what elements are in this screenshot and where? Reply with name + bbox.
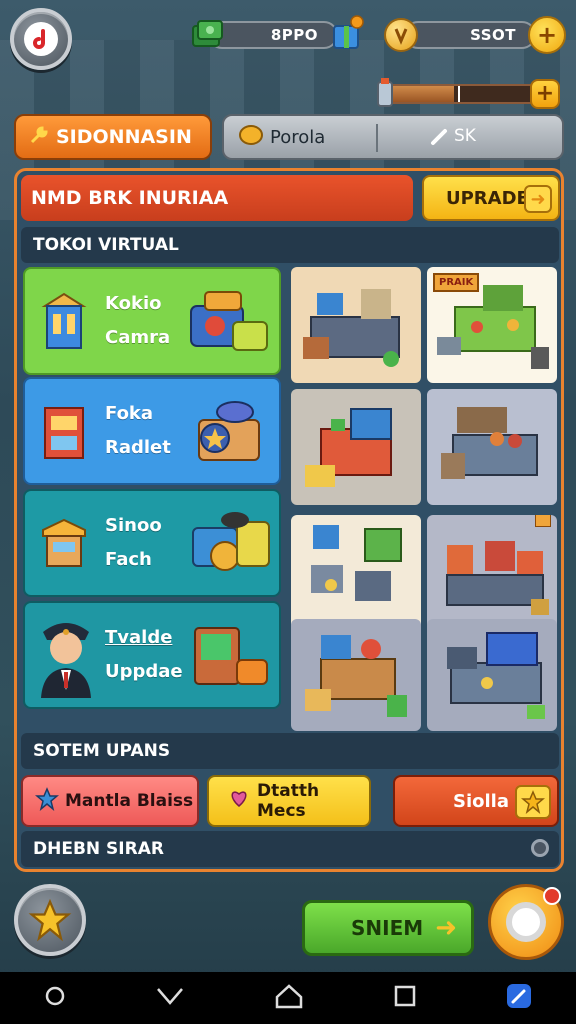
- footer-bar: DHEBN SIRAR: [21, 831, 559, 867]
- action-orb-button[interactable]: [488, 884, 564, 960]
- category-0-label: Kokio Camra: [105, 293, 171, 348]
- gold-value: SSOT: [470, 26, 516, 44]
- dtatth-button[interactable]: Dtatth Mecs: [207, 775, 371, 827]
- info-badge-icon: [535, 515, 551, 527]
- camera-bag-icon: [190, 291, 268, 351]
- category-3-label: Tvalde Uppdae: [105, 627, 183, 682]
- circle-nav-icon[interactable]: [44, 985, 66, 1011]
- edit-app-icon[interactable]: [506, 983, 532, 1013]
- section-top: TOKOI VIRTUAL: [21, 227, 559, 263]
- tab-second-label: Porola: [270, 126, 326, 148]
- home-nav-icon[interactable]: [274, 983, 304, 1013]
- siolla-label: Siolla: [453, 790, 509, 812]
- arrow-right-icon: ➜: [524, 185, 552, 213]
- store-tile[interactable]: [427, 515, 557, 631]
- wrench-icon: [28, 124, 50, 151]
- go-button[interactable]: SNIEM ➜: [302, 900, 474, 956]
- category-1-label: Foka Radlet: [105, 403, 171, 458]
- store-panel: NMD BRK INURIAA UPRADE ➜ TOKOI VIRTUAL K…: [14, 168, 564, 872]
- mantla-label: Mantla Blaiss: [65, 791, 194, 811]
- sale-badge: PRAIK: [433, 273, 480, 292]
- gold-counter[interactable]: SSOT +: [384, 16, 566, 54]
- target-icon: [506, 902, 546, 942]
- category-3[interactable]: Tvalde Uppdae: [23, 601, 281, 709]
- gear-machine-icon: [192, 512, 270, 571]
- profile-button[interactable]: [10, 8, 72, 70]
- energy-progress: +: [372, 78, 562, 109]
- info-icon[interactable]: [531, 839, 549, 857]
- star-icon: [34, 786, 60, 816]
- store-tile[interactable]: [291, 389, 421, 505]
- category-1[interactable]: Foka Radlet: [23, 377, 281, 485]
- tab-second-tail: SK: [454, 126, 476, 146]
- manager-avatar: [41, 623, 91, 698]
- siolla-button[interactable]: Siolla: [393, 775, 559, 827]
- store-tile[interactable]: [291, 619, 421, 731]
- stall-icon: [42, 518, 86, 567]
- gold-coin-icon: [384, 18, 418, 52]
- arrow-right-icon: ➜: [435, 913, 457, 943]
- store-tile[interactable]: [427, 389, 557, 505]
- section-bottom: SOTEM UPANS: [21, 733, 559, 769]
- kiosk-icon: [41, 292, 87, 349]
- cash-stack-icon: [190, 16, 226, 52]
- pencil-icon: [430, 126, 450, 151]
- upgrade-button[interactable]: UPRADE ➜: [422, 175, 560, 221]
- recent-nav-icon[interactable]: [393, 984, 417, 1012]
- favorites-button[interactable]: [14, 884, 86, 956]
- star-crate-icon: [198, 401, 260, 461]
- panel-title: NMD BRK INURIAA: [21, 175, 413, 221]
- gold-add-button[interactable]: +: [528, 16, 566, 54]
- store-tile[interactable]: PRAIK: [427, 267, 557, 383]
- coin-icon: [238, 124, 264, 151]
- star-icon: [28, 898, 72, 942]
- system-nav-bar: [0, 972, 576, 1024]
- tab-active-label: SIDONNASIN: [56, 126, 192, 148]
- go-label: SNIEM: [351, 916, 424, 940]
- shop-front-icon: [44, 407, 84, 459]
- drink-icon: [372, 76, 398, 110]
- upgrade-label: UPRADE: [446, 187, 529, 209]
- heart-balloon-icon: [227, 786, 251, 817]
- plus-icon: +: [535, 81, 555, 106]
- gift-box-icon: [330, 14, 364, 52]
- music-app-icon: [24, 22, 58, 56]
- plus-icon: +: [536, 21, 558, 49]
- category-2-label: Sinoo Fach: [105, 515, 162, 570]
- tab-second[interactable]: Porola SK: [222, 114, 564, 160]
- notification-dot: [543, 887, 561, 905]
- store-tile[interactable]: [291, 267, 421, 383]
- cash-counter[interactable]: 8PPO: [190, 15, 364, 52]
- tab-active[interactable]: SIDONNASIN: [14, 114, 212, 160]
- star-icon: [515, 785, 551, 819]
- cash-value: 8PPO: [270, 26, 318, 44]
- store-tile[interactable]: [291, 515, 421, 631]
- store-tile[interactable]: [427, 619, 557, 731]
- dtatth-label: Dtatth Mecs: [257, 781, 320, 821]
- category-2[interactable]: Sinoo Fach: [23, 489, 281, 597]
- category-0[interactable]: Kokio Camra: [23, 267, 281, 375]
- energy-add-button[interactable]: +: [530, 79, 560, 109]
- arcade-machine-icon: [194, 627, 268, 685]
- back-nav-icon[interactable]: [155, 985, 185, 1011]
- mantla-button[interactable]: Mantla Blaiss: [21, 775, 199, 827]
